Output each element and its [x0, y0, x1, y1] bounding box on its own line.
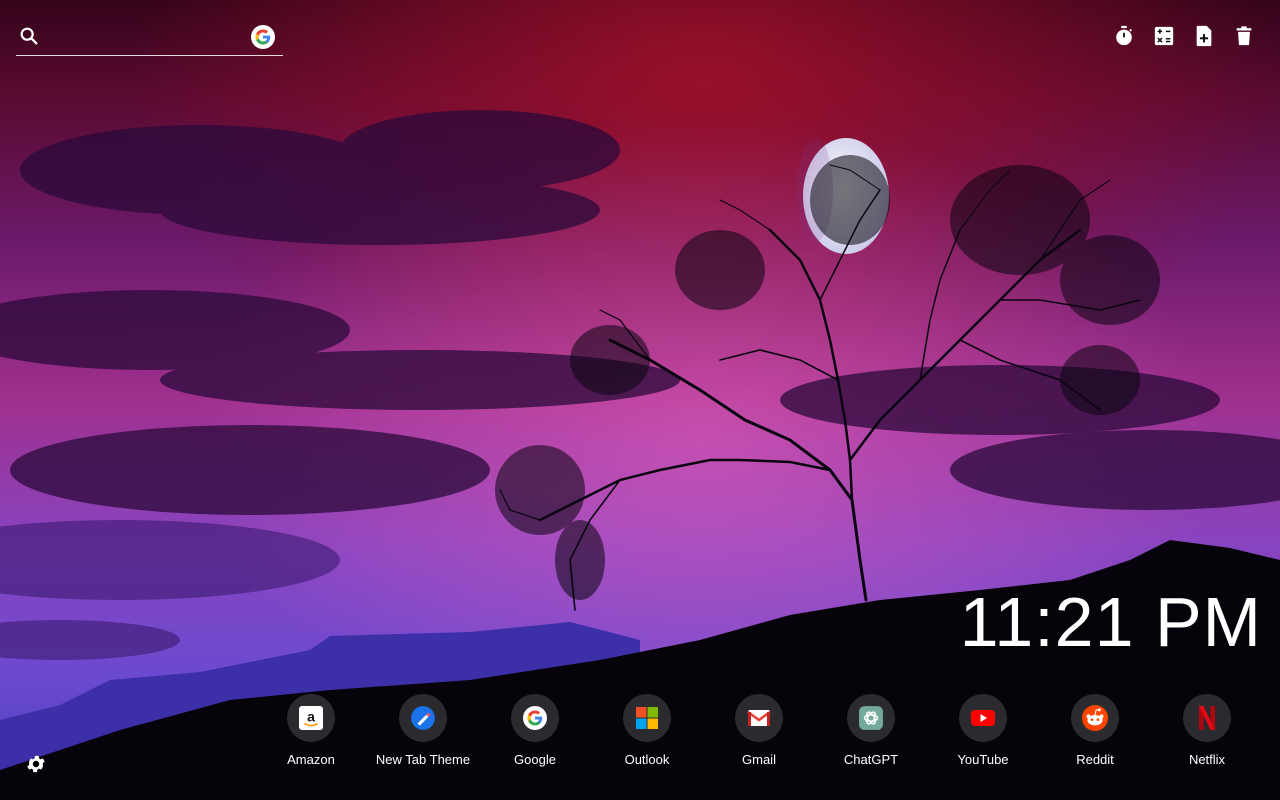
calculator-button[interactable] — [1152, 24, 1176, 48]
shortcut-label: New Tab Theme — [375, 752, 471, 767]
search-input[interactable] — [50, 24, 254, 52]
add-note-button[interactable] — [1192, 24, 1216, 48]
shortcut-tiles: a Amazon New Tab Theme Google Outlook Gm… — [255, 694, 1263, 767]
shortcut-google[interactable]: Google — [479, 694, 591, 767]
wallpaper — [0, 0, 1280, 800]
shortcut-outlook[interactable]: Outlook — [591, 694, 703, 767]
shortcut-youtube[interactable]: YouTube — [927, 694, 1039, 767]
chatgpt-icon — [859, 706, 883, 730]
shortcut-netflix[interactable]: Netflix — [1151, 694, 1263, 767]
shortcut-label: Amazon — [287, 752, 335, 767]
shortcut-label: ChatGPT — [843, 752, 899, 767]
youtube-icon — [971, 710, 995, 726]
search-bar[interactable] — [16, 22, 283, 56]
gear-icon — [27, 755, 45, 773]
shortcut-gmail[interactable]: Gmail — [703, 694, 815, 767]
add-note-icon — [1196, 25, 1212, 47]
google-icon — [523, 706, 547, 730]
shortcut-label: Gmail — [742, 752, 776, 767]
calculator-icon — [1154, 26, 1174, 46]
clock: 11:21 PM — [959, 583, 1262, 661]
trash-icon — [1236, 26, 1252, 46]
shortcut-chatgpt[interactable]: ChatGPT — [815, 694, 927, 767]
toolbar — [1112, 24, 1256, 48]
google-search-engine-button[interactable] — [251, 25, 275, 49]
shortcut-label: Netflix — [1188, 752, 1226, 767]
outlook-icon — [636, 707, 658, 729]
svg-text:a: a — [307, 709, 315, 725]
amazon-icon: a — [299, 706, 323, 730]
shortcut-label: YouTube — [957, 752, 1009, 767]
reddit-icon — [1082, 705, 1108, 731]
new-tab-theme-icon — [411, 706, 435, 730]
timer-button[interactable] — [1112, 24, 1136, 48]
netflix-icon — [1199, 706, 1215, 730]
timer-icon — [1116, 25, 1132, 46]
gmail-icon — [747, 710, 771, 726]
shortcut-label: Reddit — [1076, 752, 1114, 767]
trash-button[interactable] — [1232, 24, 1256, 48]
google-g-icon — [255, 29, 271, 45]
shortcut-label: Google — [514, 752, 556, 767]
shortcut-reddit[interactable]: Reddit — [1039, 694, 1151, 767]
settings-button[interactable] — [25, 753, 47, 775]
shortcut-new-tab-theme[interactable]: New Tab Theme — [367, 694, 479, 767]
shortcut-label: Outlook — [624, 752, 670, 767]
search-icon — [20, 27, 38, 45]
shortcut-amazon[interactable]: a Amazon — [255, 694, 367, 767]
